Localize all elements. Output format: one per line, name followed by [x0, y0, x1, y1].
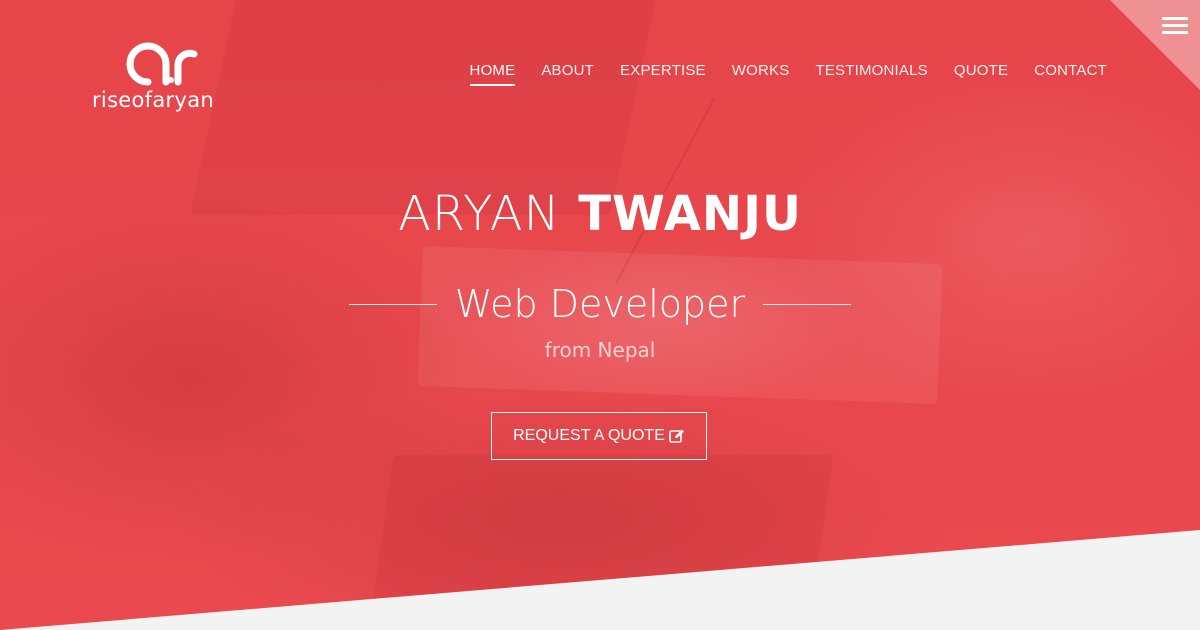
- hamburger-menu-icon[interactable]: [1162, 17, 1188, 37]
- nav-item-testimonials[interactable]: TESTIMONIALS: [815, 62, 927, 86]
- left-divider-line: [348, 303, 437, 305]
- hero-role-row: Web Developer: [0, 282, 1200, 326]
- menu-corner-tab: [1110, 0, 1200, 90]
- hero-location: from Nepal: [544, 338, 656, 362]
- hero-name-heading: ARYAN TWANJU: [0, 186, 1200, 242]
- request-quote-label: REQUEST A QUOTE: [513, 427, 665, 444]
- site-logo[interactable]: riseofaryan: [92, 42, 232, 114]
- hero-first-name: ARYAN: [398, 186, 561, 242]
- nav-item-contact[interactable]: CONTACT: [1034, 62, 1107, 86]
- nav-item-expertise[interactable]: EXPERTISE: [620, 62, 706, 86]
- background-laptop-shape: [190, 0, 660, 215]
- bottom-diagonal-band: [0, 530, 1200, 630]
- hero-role: Web Developer: [454, 282, 746, 326]
- ar-monogram-icon: [126, 42, 198, 86]
- nav-item-home[interactable]: HOME: [469, 62, 516, 86]
- request-quote-button[interactable]: REQUEST A QUOTE: [491, 412, 707, 460]
- nav-item-works[interactable]: WORKS: [732, 62, 790, 86]
- nav-item-about[interactable]: ABOUT: [541, 62, 594, 86]
- logo-wordmark: riseofaryan: [92, 88, 214, 112]
- right-divider-line: [763, 303, 852, 305]
- hero-last-name: TWANJU: [578, 186, 802, 242]
- main-nav: HOME ABOUT EXPERTISE WORKS TESTIMONIALS …: [444, 62, 1107, 86]
- nav-item-quote[interactable]: QUOTE: [954, 62, 1008, 86]
- hero-section: riseofaryan HOME ABOUT EXPERTISE WORKS T…: [0, 0, 1200, 630]
- edit-icon: [669, 429, 684, 443]
